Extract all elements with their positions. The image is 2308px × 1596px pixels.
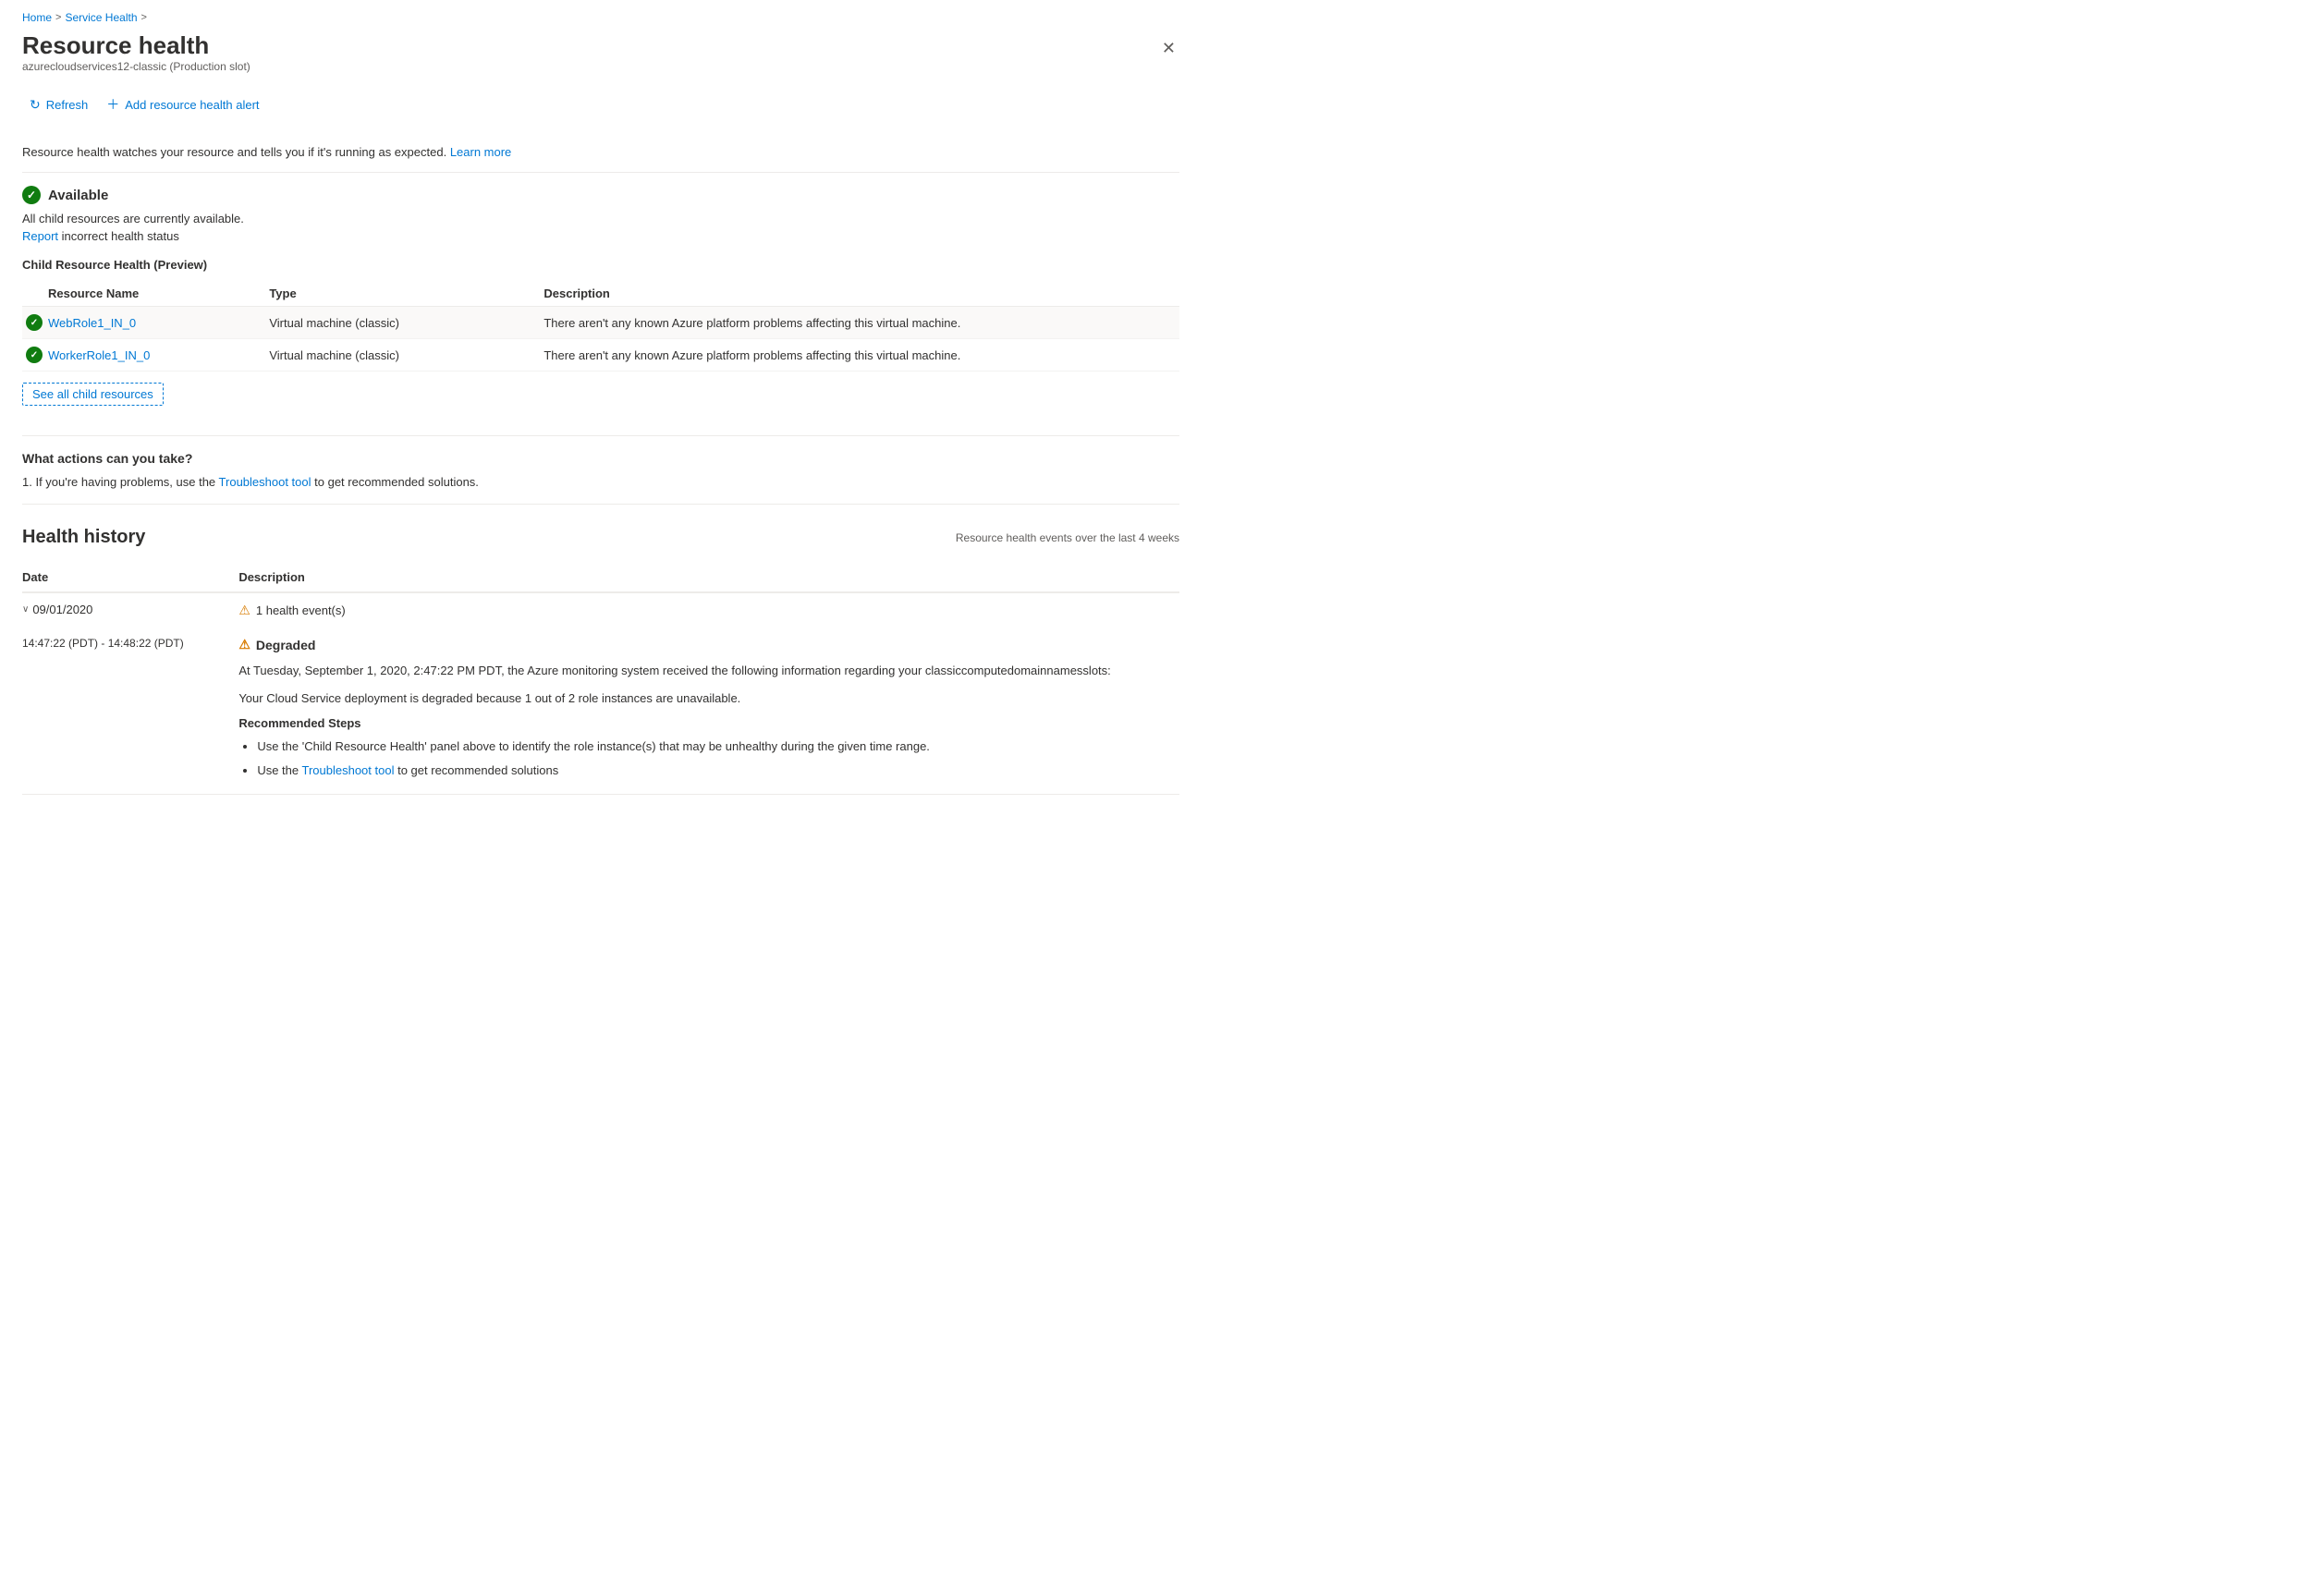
history-table-header-row: Date Description [22, 563, 1179, 592]
table-row: ✓ WorkerRole1_IN_0 Virtual machine (clas… [22, 339, 1179, 372]
history-date-value: 09/01/2020 [32, 603, 92, 616]
recommended-item: Use the Troubleshoot tool to get recomme… [257, 761, 1168, 780]
health-history-subtitle: Resource health events over the last 4 w… [956, 531, 1179, 544]
breadcrumb-sep1: > [55, 12, 61, 23]
recommended-item: Use the 'Child Resource Health' panel ab… [257, 737, 1168, 756]
report-link[interactable]: Report [22, 229, 58, 243]
history-event-count-cell: ⚠ 1 health event(s) [238, 592, 1179, 627]
health-history-section: Health history Resource health events ov… [22, 527, 1179, 795]
history-col-description: Description [238, 563, 1179, 592]
page-title: Resource health [22, 31, 250, 60]
health-history-header: Health history Resource health events ov… [22, 527, 1179, 548]
detail-content-cell: ⚠ Degraded At Tuesday, September 1, 2020… [238, 627, 1179, 795]
history-col-desc-label: Description [238, 570, 305, 584]
resource-name-link[interactable]: WorkerRole1_IN_0 [48, 348, 150, 362]
resource-table-header-row: Resource Name Type Description [22, 281, 1179, 307]
recommended-steps-title: Recommended Steps [238, 716, 1168, 730]
actions-item-prefix: 1. If you're having problems, use the [22, 475, 219, 489]
close-button[interactable]: ✕ [1158, 35, 1179, 62]
page-subtitle: azurecloudservices12-classic (Production… [22, 60, 250, 73]
report-suffix: incorrect health status [58, 229, 179, 243]
status-available-icon: ✓ [22, 186, 41, 204]
breadcrumb-home[interactable]: Home [22, 11, 52, 24]
refresh-label: Refresh [46, 98, 89, 112]
degraded-warning-icon: ⚠ [238, 637, 250, 652]
col-type: Type [269, 281, 543, 307]
col-resource-name: Resource Name [22, 281, 269, 307]
detail-text-2: Your Cloud Service deployment is degrade… [238, 689, 1168, 708]
child-resource-section: Child Resource Health (Preview) Resource… [22, 258, 1179, 420]
event-count-value: 1 health event(s) [256, 603, 346, 617]
status-section: ✓ Available All child resources are curr… [22, 186, 1179, 243]
chevron-down-icon: ∨ [22, 604, 29, 615]
troubleshoot-tool-link-history[interactable]: Troubleshoot tool [302, 763, 395, 777]
resource-type-cell: Virtual machine (classic) [269, 307, 543, 339]
section-divider-2 [22, 504, 1179, 505]
refresh-icon: ↻ [30, 97, 41, 113]
add-icon: ＋ [106, 95, 119, 114]
child-resource-title: Child Resource Health (Preview) [22, 258, 1179, 272]
status-label: Available [48, 188, 108, 203]
add-alert-button[interactable]: ＋ Add resource health alert [99, 90, 266, 119]
warning-triangle-icon: ⚠ [238, 603, 250, 618]
title-area: Resource health azurecloudservices12-cla… [22, 31, 250, 86]
toolbar: ↻ Refresh ＋ Add resource health alert [22, 90, 1179, 130]
col-description: Description [543, 281, 1179, 307]
resource-name-cell: ✓ WebRole1_IN_0 [22, 307, 269, 339]
status-available: ✓ Available [22, 186, 1179, 204]
detail-text-1: At Tuesday, September 1, 2020, 2:47:22 P… [238, 662, 1168, 680]
history-table: Date Description ∨ 09/01/2020 ⚠ 1 hea [22, 563, 1179, 795]
detail-time-cell: 14:47:22 (PDT) - 14:48:22 (PDT) [22, 627, 238, 795]
breadcrumb: Home > Service Health > [22, 11, 1179, 24]
see-all-child-resources-button[interactable]: See all child resources [22, 383, 164, 406]
info-bar: Resource health watches your resource an… [22, 145, 1179, 173]
history-col-date-label: Date [22, 570, 48, 584]
actions-item-suffix: to get recommended solutions. [311, 475, 479, 489]
degraded-label: Degraded [256, 638, 316, 652]
health-history-title: Health history [22, 527, 145, 548]
add-alert-label: Add resource health alert [125, 98, 259, 112]
breadcrumb-service-health[interactable]: Service Health [65, 11, 137, 24]
resource-desc-cell: There aren't any known Azure platform pr… [543, 339, 1179, 372]
col-type-label: Type [269, 286, 296, 300]
col-description-label: Description [543, 286, 610, 300]
resource-desc-cell: There aren't any known Azure platform pr… [543, 307, 1179, 339]
history-col-date: Date [22, 563, 238, 592]
learn-more-link[interactable]: Learn more [450, 145, 511, 159]
col-resource-name-label: Resource Name [48, 286, 139, 300]
report-row: Report incorrect health status [22, 229, 1179, 243]
breadcrumb-sep2: > [141, 12, 147, 23]
resource-name-link[interactable]: WebRole1_IN_0 [48, 316, 136, 330]
actions-title: What actions can you take? [22, 451, 1179, 466]
troubleshoot-tool-link[interactable]: Troubleshoot tool [219, 475, 311, 489]
page-container: Home > Service Health > Resource health … [0, 0, 1202, 832]
section-divider-1 [22, 435, 1179, 436]
actions-item-1: 1. If you're having problems, use the Tr… [22, 475, 1179, 489]
actions-section: What actions can you take? 1. If you're … [22, 451, 1179, 489]
resource-type-cell: Virtual machine (classic) [269, 339, 543, 372]
refresh-button[interactable]: ↻ Refresh [22, 91, 95, 118]
page-header: Resource health azurecloudservices12-cla… [22, 31, 1179, 86]
row-status-icon: ✓ [26, 347, 43, 363]
resource-table: Resource Name Type Description ✓ WebRole… [22, 281, 1179, 372]
status-description: All child resources are currently availa… [22, 212, 1179, 225]
history-date-cell: ∨ 09/01/2020 [22, 592, 238, 627]
table-row: ✓ WebRole1_IN_0 Virtual machine (classic… [22, 307, 1179, 339]
info-text: Resource health watches your resource an… [22, 145, 446, 159]
resource-name-cell: ✓ WorkerRole1_IN_0 [22, 339, 269, 372]
row-status-icon: ✓ [26, 314, 43, 331]
recommended-list: Use the 'Child Resource Health' panel ab… [238, 737, 1168, 779]
history-date-row: ∨ 09/01/2020 ⚠ 1 health event(s) [22, 592, 1179, 627]
history-detail-row: 14:47:22 (PDT) - 14:48:22 (PDT) ⚠ Degrad… [22, 627, 1179, 795]
